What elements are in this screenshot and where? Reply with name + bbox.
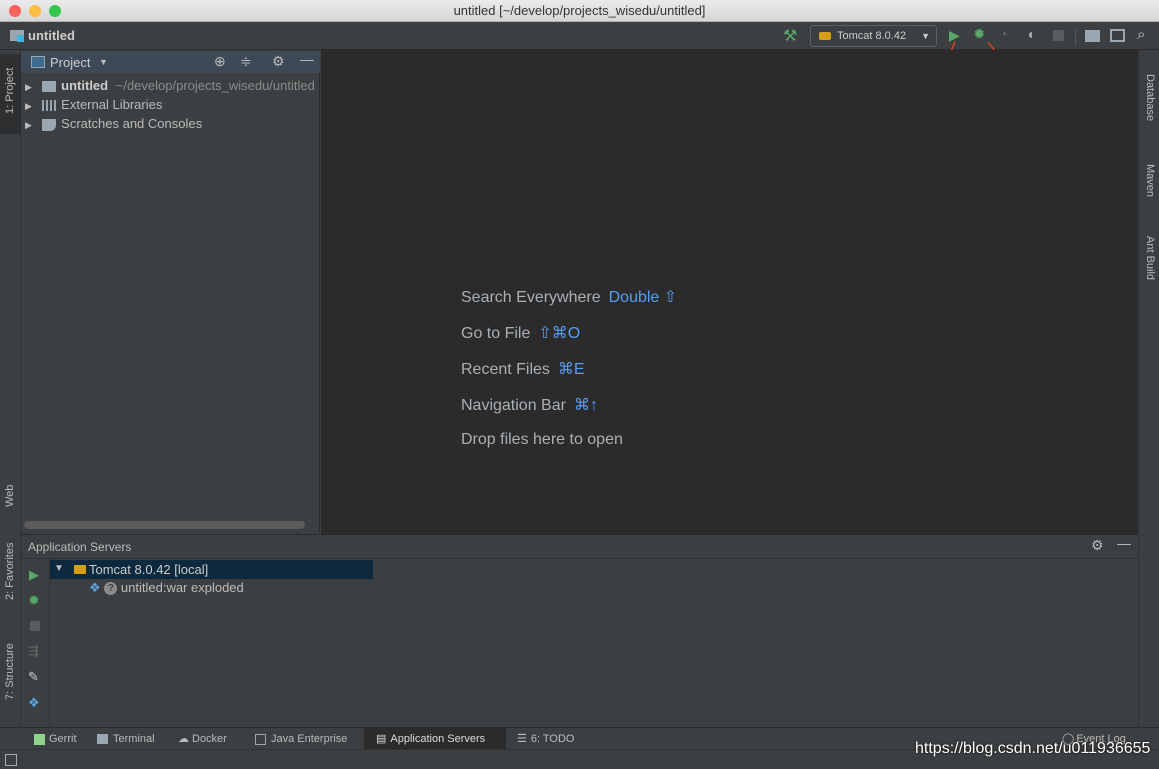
tab-todo[interactable]: ☰ 6: TODO	[513, 728, 574, 750]
run-config-dropdown[interactable]: Tomcat 8.0.42 ▼	[810, 25, 937, 47]
status-bar: https://blog.csdn.net/u011936655	[0, 740, 1159, 769]
zoom-window-button[interactable]	[49, 5, 61, 17]
scratches-icon	[41, 118, 56, 131]
hint-go-to-file: Go to File ⇧⌘O	[461, 325, 581, 342]
chevron-down-icon[interactable]: ▼	[99, 57, 108, 67]
hide-panel-icon[interactable]: —	[300, 51, 314, 67]
library-icon	[41, 100, 56, 112]
tool-tab-structure[interactable]: 7: Structure	[4, 643, 16, 700]
window-title: untitled [~/develop/projects_wisedu/unti…	[453, 3, 706, 18]
tool-tab-ant-build[interactable]: Ant Build	[1144, 236, 1156, 280]
hint-recent-files: Recent Files ⌘E	[461, 361, 585, 378]
build-hammer-icon[interactable]: ⚒	[783, 26, 797, 46]
server-label: Tomcat 8.0.42 [local]	[89, 562, 209, 577]
tree-item-untitled[interactable]: ▶ untitled ~/develop/projects_wisedu/unt…	[25, 78, 315, 93]
folder-icon	[41, 81, 56, 93]
tree-item-label: untitled	[61, 78, 109, 93]
hide-panel-icon[interactable]: —	[1117, 535, 1131, 551]
tool-tab-web[interactable]: Web	[4, 485, 16, 507]
toolbar-divider	[1075, 28, 1076, 45]
tab-application-servers[interactable]: ▤ Application Servers	[364, 728, 506, 750]
artifact-icon: ❖	[89, 580, 101, 595]
hint-search-everywhere: Search Everywhere Double ⇧	[461, 289, 678, 306]
tree-item-label: External Libraries	[61, 97, 163, 112]
terminal-window-icon[interactable]	[1110, 29, 1125, 42]
tab-terminal[interactable]: Terminal	[93, 728, 155, 750]
run-server-button[interactable]: ▶	[29, 567, 39, 583]
left-tool-stripe: 1: Project Web 2: Favorites 7: Structure	[0, 50, 21, 727]
tab-docker[interactable]: ☁ Docker	[174, 728, 227, 750]
tool-tab-favorites[interactable]: 2: Favorites	[4, 543, 16, 600]
profile-button[interactable]: ◖	[1026, 26, 1034, 42]
hint-navigation-bar: Navigation Bar ⌘↑	[461, 397, 598, 414]
project-panel: Project ▼ ⊕ ≑ ⚙ — ▶ untitled ~/develop/p…	[21, 51, 320, 533]
run-config-label: Tomcat 8.0.42	[837, 30, 907, 42]
gear-icon[interactable]: ⚙	[272, 53, 285, 70]
tree-item-path: ~/develop/projects_wisedu/untitled	[115, 78, 315, 93]
artifact-label: untitled:war exploded	[120, 580, 244, 595]
tab-java-enterprise[interactable]: Java Enterprise	[251, 728, 347, 750]
stop-button[interactable]	[1053, 30, 1064, 41]
toggle-tool-windows-icon[interactable]	[5, 754, 17, 766]
editor-empty-area: Search Everywhere Double ⇧ Go to File ⇧⌘O …	[321, 50, 1138, 534]
hint-drop-files: Drop files here to open	[461, 431, 623, 448]
search-icon[interactable]: ⌕	[1137, 26, 1145, 43]
project-panel-header: Project ▼ ⊕ ≑ ⚙ —	[21, 51, 320, 73]
project-view-icon	[31, 56, 45, 68]
artifacts-icon[interactable]: ❖	[28, 695, 40, 711]
tomcat-icon	[74, 565, 86, 574]
tomcat-icon	[819, 32, 831, 40]
folder-icon	[10, 30, 24, 42]
tree-item-scratches[interactable]: ▶ Scratches and Consoles	[25, 116, 202, 131]
stop-server-button[interactable]	[30, 621, 40, 631]
gear-icon[interactable]: ⚙	[1091, 537, 1104, 554]
watermark: https://blog.csdn.net/u011936655	[915, 740, 1151, 757]
breadcrumb-project[interactable]: untitled	[28, 28, 75, 43]
edit-config-icon[interactable]: ✎	[28, 669, 39, 685]
tree-item-label: Scratches and Consoles	[61, 116, 203, 131]
application-servers-panel: Application Servers ⚙ — ▶ ✹ ⇶ ✎ ❖ ▼ Tomc…	[21, 534, 1138, 728]
artifact-row[interactable]: ❖ ? untitled:war exploded	[89, 580, 244, 596]
tab-gerrit[interactable]: Gerrit	[30, 728, 77, 750]
project-structure-icon[interactable]	[1085, 30, 1100, 42]
tool-tab-maven[interactable]: Maven	[1144, 164, 1156, 197]
collapse-all-icon[interactable]: ≑	[240, 53, 252, 70]
tool-tab-database[interactable]: Database	[1144, 74, 1156, 121]
server-row-tomcat[interactable]: ▼ Tomcat 8.0.42 [local]	[50, 560, 373, 579]
tool-tab-project[interactable]: 1: Project	[0, 54, 21, 134]
panel-title: Application Servers	[28, 540, 132, 554]
horizontal-scrollbar[interactable]	[24, 521, 305, 529]
tool-tab-project-label: 1: Project	[4, 67, 16, 114]
debug-server-button[interactable]: ✹	[28, 592, 40, 609]
minimize-window-button[interactable]	[29, 5, 41, 17]
unknown-status-icon: ?	[104, 582, 118, 596]
close-window-button[interactable]	[9, 5, 21, 17]
title-bar: untitled [~/develop/projects_wisedu/unti…	[0, 0, 1159, 22]
project-view-dropdown[interactable]: Project	[50, 55, 90, 70]
locate-icon[interactable]: ⊕	[214, 53, 226, 70]
right-tool-stripe: Database Maven Ant Build	[1138, 50, 1159, 727]
deploy-button[interactable]: ⇶	[28, 643, 39, 659]
chevron-down-icon: ▼	[921, 31, 930, 41]
tree-item-external-libraries[interactable]: ▶ External Libraries	[25, 97, 162, 112]
